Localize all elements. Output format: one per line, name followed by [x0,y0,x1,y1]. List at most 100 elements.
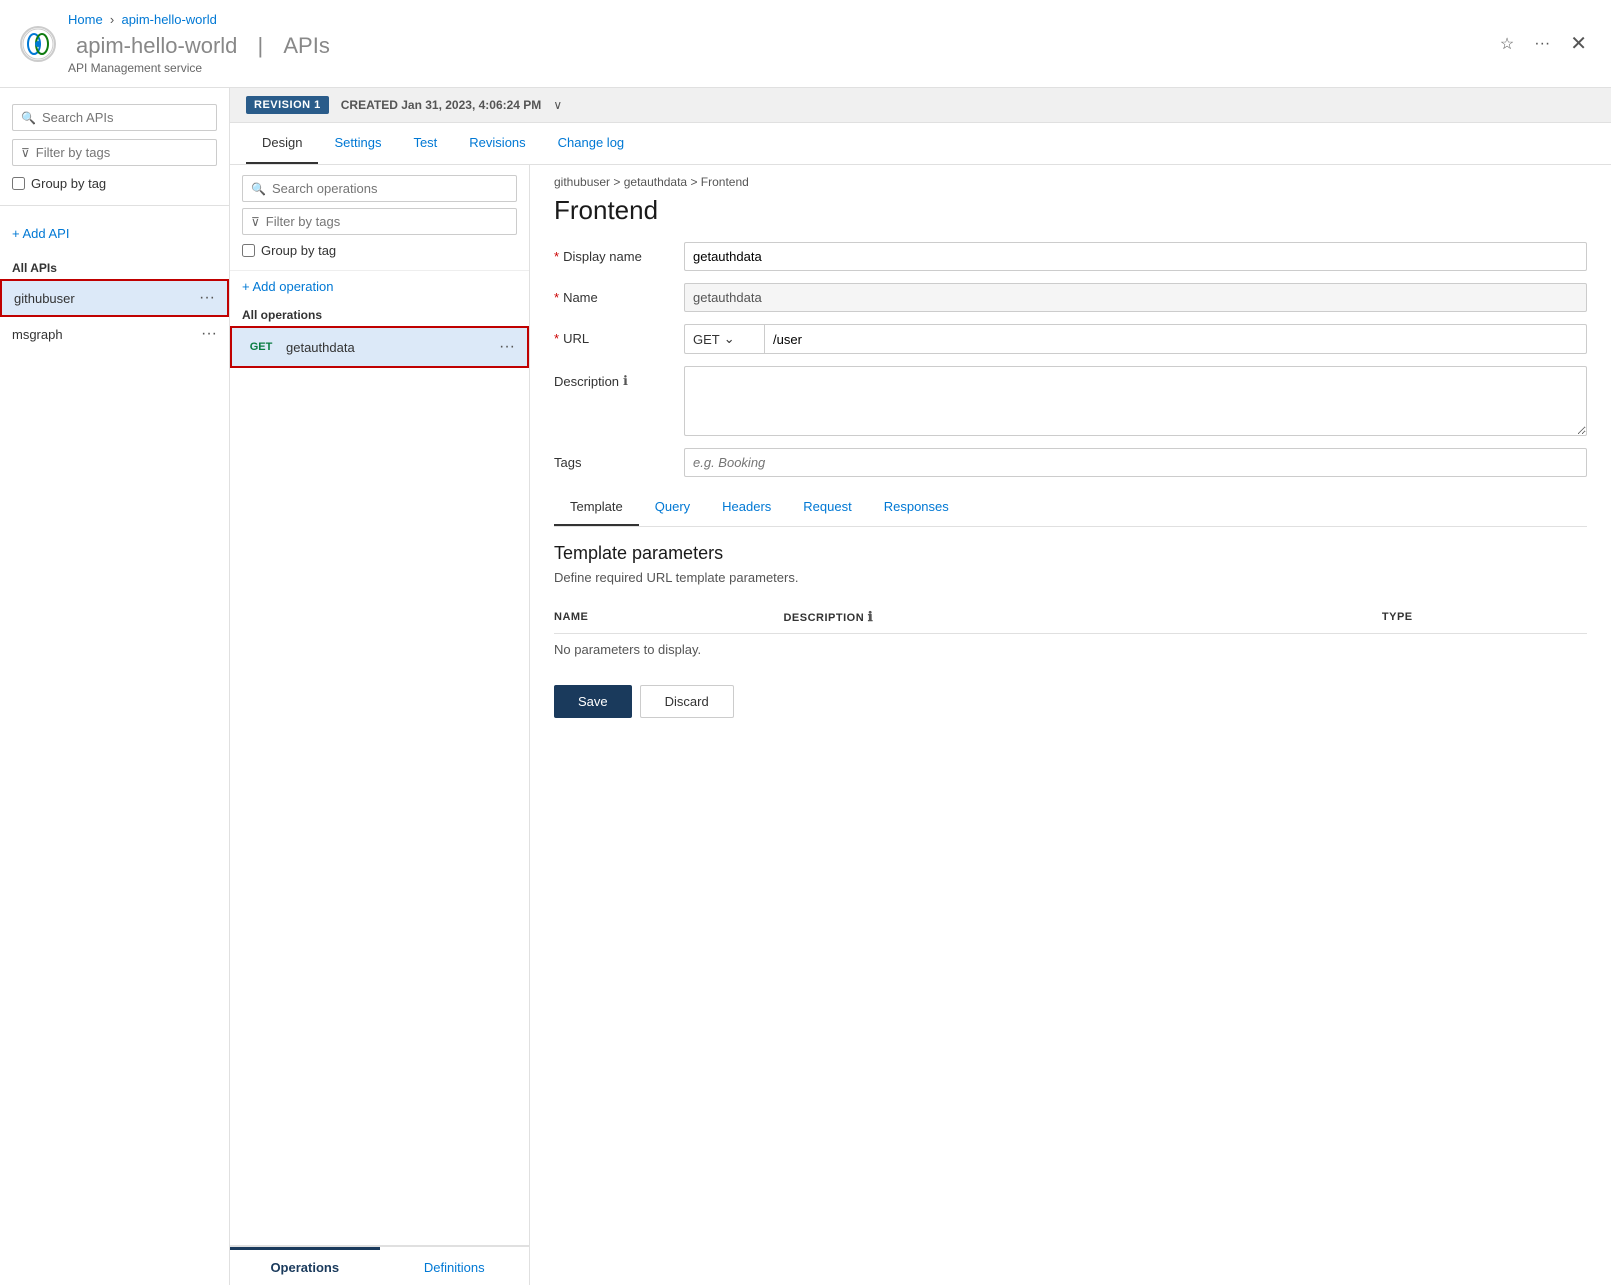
url-method-value: GET [693,332,720,347]
description-textarea[interactable] [684,366,1587,436]
template-params-desc: Define required URL template parameters. [554,570,1587,585]
col-type: TYPE [1382,601,1587,634]
title-area: Home › apim-hello-world apim-hello-world… [68,12,1496,75]
api-item-name: msgraph [12,327,201,342]
save-button[interactable]: Save [554,685,632,718]
top-header: Home › apim-hello-world apim-hello-world… [0,0,1611,88]
tags-label: Tags [554,448,684,470]
url-group: GET ⌄ [684,324,1587,354]
col-info-icon[interactable]: ℹ [868,609,873,624]
add-api-button[interactable]: + Add API [12,222,217,245]
tab-bar: Design Settings Test Revisions Change lo… [230,123,1611,165]
template-params-section: Template parameters Define required URL … [554,543,1587,665]
required-star: * [554,249,559,264]
add-operation-button[interactable]: + Add operation [230,271,529,302]
revision-badge: REVISION 1 [246,96,329,114]
page-title: apim-hello-world | APIs [68,33,338,59]
api-item-githubuser[interactable]: githubuser ··· [0,279,229,317]
all-operations-label: All operations [230,302,529,326]
ops-group-by-tag-label: Group by tag [261,243,336,258]
search-icon: 🔍 [21,111,36,125]
col-description: DESCRIPTION ℹ [783,601,1381,634]
tags-input[interactable] [684,448,1587,477]
favorite-button[interactable]: ☆ [1496,30,1518,58]
filter-tags-input[interactable] [36,145,208,160]
sub-tab-responses[interactable]: Responses [868,489,965,526]
detail-breadcrumb: githubuser > getauthdata > Frontend [554,165,1587,195]
header-actions: ☆ ··· ✕ [1496,27,1591,60]
revision-dropdown-button[interactable]: ∨ [553,98,562,112]
op-item-getauthdata[interactable]: GET getauthdata ··· [230,326,529,368]
sub-tab-query[interactable]: Query [639,489,706,526]
required-star: * [554,290,559,305]
display-name-input[interactable] [684,242,1587,271]
sidebar: 🔍 ⊽ Group by tag + Add API All APIs gith… [0,88,230,1285]
breadcrumb-home[interactable]: Home [68,12,103,27]
description-label: Description ℹ [554,366,684,389]
api-item-more-button[interactable]: ··· [199,289,215,307]
detail-title: Frontend [554,195,1587,226]
more-options-button[interactable]: ··· [1530,31,1554,57]
filter-ops-tags-input[interactable] [266,214,508,229]
ops-filter-icon: ⊽ [251,215,260,229]
ops-list: GET getauthdata ··· [230,326,529,1245]
tab-test[interactable]: Test [397,123,453,164]
display-name-row: * Display name [554,242,1587,271]
sub-tab-template[interactable]: Template [554,489,639,526]
op-method-badge: GET [244,339,278,355]
tab-revisions[interactable]: Revisions [453,123,541,164]
sub-tab-headers[interactable]: Headers [706,489,787,526]
tab-changelog[interactable]: Change log [542,123,641,164]
group-by-tag-row: Group by tag [12,176,217,191]
breadcrumb-service[interactable]: apim-hello-world [121,12,216,27]
ops-group-by-tag-checkbox[interactable] [242,244,255,257]
op-more-button[interactable]: ··· [499,338,515,356]
revision-info: CREATED Jan 31, 2023, 4:06:24 PM [341,98,542,112]
url-label: * URL [554,324,684,346]
detail-panel: githubuser > getauthdata > Frontend Fron… [530,165,1611,1285]
info-icon[interactable]: ℹ [623,373,628,389]
empty-params-row: No parameters to display. [554,634,1587,666]
subtitle: API Management service [68,61,1496,75]
discard-button[interactable]: Discard [640,685,734,718]
chevron-down-icon: ⌄ [724,331,735,347]
api-item-more-button[interactable]: ··· [201,325,217,343]
content-area: REVISION 1 CREATED Jan 31, 2023, 4:06:24… [230,88,1611,1285]
description-row: Description ℹ [554,366,1587,436]
name-row: * Name [554,283,1587,312]
ops-bottom-tabs: Operations Definitions [230,1245,529,1285]
group-by-tag-label: Group by tag [31,176,106,191]
ops-search-container: 🔍 [242,175,517,202]
ops-filter-container: ⊽ [242,208,517,235]
breadcrumb: Home › apim-hello-world [68,12,1496,27]
search-operations-input[interactable] [272,181,508,196]
url-path-input[interactable] [764,324,1587,354]
app-icon [20,26,56,62]
required-star: * [554,331,559,346]
search-apis-input[interactable] [42,110,208,125]
ops-detail-split: 🔍 ⊽ Group by tag + Add operation All [230,165,1611,1285]
name-label: * Name [554,283,684,305]
tags-row: Tags [554,448,1587,477]
sub-tab-request[interactable]: Request [787,489,867,526]
ops-group-by-tag-row: Group by tag [242,241,517,260]
filter-icon: ⊽ [21,146,30,160]
ops-tab-operations[interactable]: Operations [230,1247,380,1285]
name-input[interactable] [684,283,1587,312]
ops-toolbar: 🔍 ⊽ Group by tag [230,165,529,271]
group-by-tag-checkbox[interactable] [12,177,25,190]
url-method-select[interactable]: GET ⌄ [684,324,764,354]
sub-tab-bar: Template Query Headers Request Responses [554,489,1587,527]
tab-design[interactable]: Design [246,123,318,164]
col-name: NAME [554,601,783,634]
template-params-title: Template parameters [554,543,1587,564]
close-button[interactable]: ✕ [1566,27,1591,60]
revision-bar: REVISION 1 CREATED Jan 31, 2023, 4:06:24… [230,88,1611,123]
tab-settings[interactable]: Settings [318,123,397,164]
sidebar-filter-container: ⊽ [12,139,217,166]
detail-actions: Save Discard [554,685,1587,734]
api-item-msgraph[interactable]: msgraph ··· [0,317,229,351]
ops-tab-definitions[interactable]: Definitions [380,1247,530,1285]
all-apis-label: All APIs [12,261,217,275]
main-layout: 🔍 ⊽ Group by tag + Add API All APIs gith… [0,88,1611,1285]
